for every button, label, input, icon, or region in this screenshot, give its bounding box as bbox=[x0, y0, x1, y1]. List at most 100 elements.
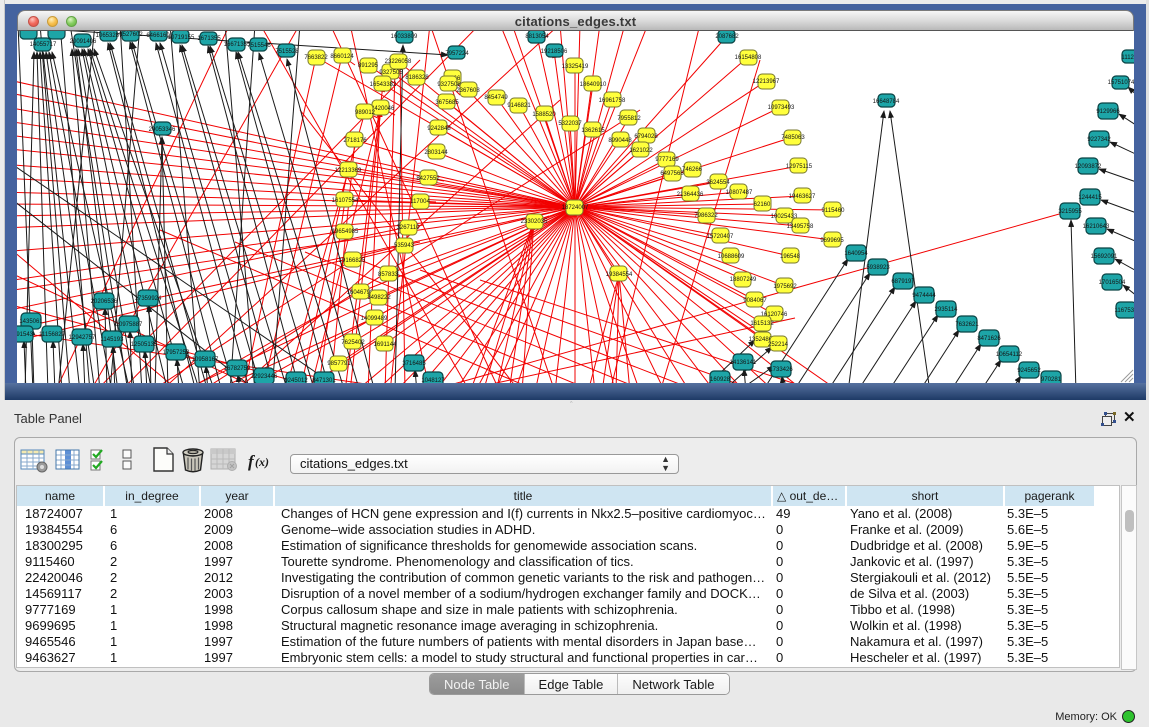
svg-text:6879197: 6879197 bbox=[891, 279, 915, 285]
svg-text:3624554: 3624554 bbox=[706, 180, 730, 186]
svg-text:9777169: 9777169 bbox=[655, 157, 679, 163]
svg-text:19654985: 19654985 bbox=[332, 229, 359, 235]
svg-text:7986322: 7986322 bbox=[694, 213, 718, 219]
svg-text:19166825: 19166825 bbox=[339, 258, 366, 264]
svg-text:1733426: 1733426 bbox=[769, 367, 793, 373]
svg-text:18807249: 18807249 bbox=[730, 277, 757, 283]
svg-text:2935114: 2935114 bbox=[935, 307, 959, 313]
svg-text:10688609: 10688609 bbox=[718, 254, 745, 260]
svg-text:9857791: 9857791 bbox=[327, 361, 351, 367]
svg-text:891295: 891295 bbox=[358, 63, 379, 69]
svg-text:9699695: 9699695 bbox=[820, 238, 844, 244]
svg-text:391543: 391543 bbox=[17, 332, 34, 338]
svg-text:1362615: 1362615 bbox=[581, 128, 605, 134]
svg-text:12975115: 12975115 bbox=[786, 164, 813, 170]
svg-text:196548: 196548 bbox=[780, 254, 801, 260]
svg-text:16961758: 16961758 bbox=[599, 98, 626, 104]
svg-text:1244415: 1244415 bbox=[1078, 195, 1102, 201]
svg-text:9245012: 9245012 bbox=[284, 378, 308, 383]
svg-text:1527602: 1527602 bbox=[119, 32, 143, 38]
svg-text:9084067: 9084067 bbox=[743, 298, 767, 304]
svg-text:11156829: 11156829 bbox=[39, 332, 65, 338]
svg-text:8990448: 8990448 bbox=[608, 138, 632, 144]
svg-text:1048127: 1048127 bbox=[421, 378, 445, 383]
svg-text:20053346: 20053346 bbox=[149, 127, 176, 133]
svg-text:12923446: 12923446 bbox=[251, 374, 278, 380]
svg-text:(x): (x) bbox=[255, 455, 269, 469]
svg-text:1640954: 1640954 bbox=[844, 251, 868, 257]
svg-text:1588520: 1588520 bbox=[532, 112, 556, 118]
svg-text:9129966: 9129966 bbox=[1096, 109, 1120, 115]
svg-text:14136141: 14136141 bbox=[730, 360, 757, 366]
svg-text:23302035: 23302035 bbox=[521, 219, 548, 225]
svg-text:9474444: 9474444 bbox=[912, 293, 936, 299]
svg-text:19384554: 19384554 bbox=[606, 272, 633, 278]
svg-text:15720407: 15720407 bbox=[707, 234, 734, 240]
svg-text:9146821: 9146821 bbox=[507, 103, 531, 109]
svg-text:6794028: 6794028 bbox=[634, 134, 658, 140]
svg-text:117004: 117004 bbox=[410, 199, 430, 205]
svg-text:16210643: 16210643 bbox=[1083, 224, 1110, 230]
svg-text:3215955: 3215955 bbox=[1058, 209, 1082, 215]
svg-text:10958167: 10958167 bbox=[192, 357, 219, 363]
svg-text:8454749: 8454749 bbox=[484, 95, 508, 101]
svg-text:15751074: 15751074 bbox=[1108, 80, 1134, 86]
svg-text:16107554: 16107554 bbox=[332, 198, 359, 204]
svg-text:10719155: 10719155 bbox=[168, 35, 195, 41]
svg-text:18724007: 18724007 bbox=[562, 205, 589, 211]
svg-text:16543382: 16543382 bbox=[370, 82, 397, 88]
svg-text:16154808: 16154808 bbox=[735, 55, 762, 61]
svg-text:12093872: 12093872 bbox=[1075, 164, 1102, 170]
svg-text:746266: 746266 bbox=[682, 167, 703, 173]
svg-text:8186328: 8186328 bbox=[405, 75, 429, 81]
svg-text:252214: 252214 bbox=[768, 342, 789, 348]
svg-text:12942757: 12942757 bbox=[69, 335, 96, 341]
svg-text:9245652: 9245652 bbox=[1017, 368, 1041, 374]
svg-text:8471626: 8471626 bbox=[977, 336, 1001, 342]
svg-text:1145193: 1145193 bbox=[101, 337, 125, 343]
svg-text:17016504: 17016504 bbox=[1099, 280, 1126, 286]
svg-text:12505135: 12505135 bbox=[131, 342, 158, 348]
svg-text:2803144: 2803144 bbox=[424, 150, 448, 156]
svg-text:20206536: 20206536 bbox=[91, 299, 118, 305]
svg-text:62160: 62160 bbox=[754, 202, 771, 208]
svg-text:7957224: 7957224 bbox=[445, 51, 469, 57]
svg-text:1621022: 1621022 bbox=[629, 148, 653, 154]
svg-text:18640910: 18640910 bbox=[580, 82, 607, 88]
svg-text:160928: 160928 bbox=[710, 377, 731, 383]
svg-text:21364436: 21364436 bbox=[677, 192, 704, 198]
svg-text:3267110: 3267110 bbox=[397, 225, 421, 231]
svg-text:9327505: 9327505 bbox=[379, 70, 403, 76]
svg-text:20091406: 20091406 bbox=[70, 39, 97, 45]
svg-text:1691144: 1691144 bbox=[374, 342, 398, 348]
svg-text:2367608: 2367608 bbox=[456, 88, 480, 94]
svg-text:7515528: 7515528 bbox=[275, 49, 299, 55]
svg-text:10975887: 10975887 bbox=[116, 322, 143, 328]
svg-text:12213369: 12213369 bbox=[335, 168, 362, 174]
svg-text:3716485: 3716485 bbox=[402, 361, 426, 367]
svg-text:10807487: 10807487 bbox=[726, 190, 753, 196]
svg-text:8660124: 8660124 bbox=[330, 54, 354, 60]
svg-text:17957253: 17957253 bbox=[163, 350, 190, 356]
svg-text:14055717: 14055717 bbox=[30, 42, 57, 48]
svg-text:9227342: 9227342 bbox=[1087, 137, 1111, 143]
svg-text:7485063: 7485063 bbox=[781, 135, 805, 141]
svg-text:13325419: 13325419 bbox=[562, 64, 589, 70]
svg-text:8427552: 8427552 bbox=[416, 176, 440, 182]
svg-text:7632621: 7632621 bbox=[955, 322, 979, 328]
svg-text:13495758: 13495758 bbox=[787, 224, 814, 230]
svg-text:2087682: 2087682 bbox=[715, 34, 739, 40]
svg-text:3675685: 3675685 bbox=[435, 100, 459, 106]
svg-text:12213967: 12213967 bbox=[753, 79, 780, 85]
svg-text:10654112: 10654112 bbox=[996, 352, 1023, 358]
svg-text:1615132: 1615132 bbox=[750, 321, 774, 327]
svg-text:7515546: 7515546 bbox=[247, 43, 271, 49]
svg-text:7663822: 7663822 bbox=[304, 55, 328, 61]
svg-text:19463627: 19463627 bbox=[789, 194, 816, 200]
svg-text:7625402: 7625402 bbox=[341, 340, 365, 346]
svg-text:23226058: 23226058 bbox=[385, 59, 412, 65]
svg-text:5322037: 5322037 bbox=[558, 121, 582, 127]
svg-text:1435061: 1435061 bbox=[19, 319, 43, 325]
svg-text:10973493: 10973493 bbox=[768, 105, 795, 111]
svg-text:1167534: 1167534 bbox=[1115, 308, 1134, 314]
